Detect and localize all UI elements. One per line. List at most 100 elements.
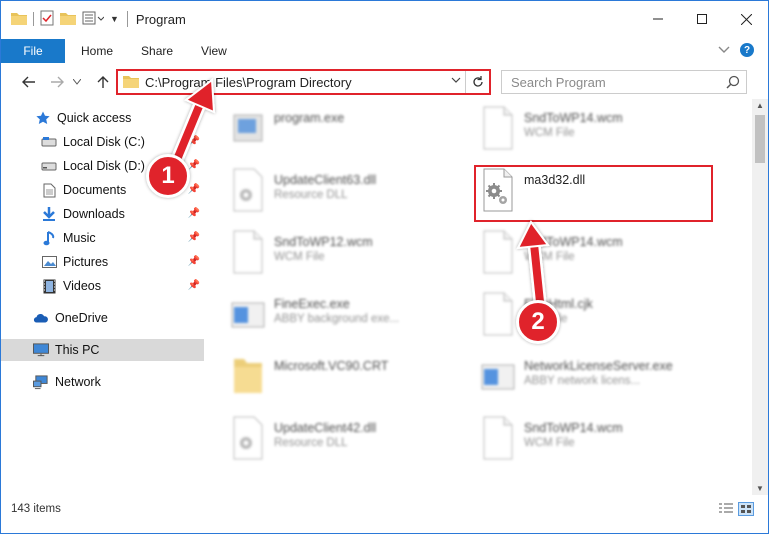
sidebar-item-downloads[interactable]: Downloads 📌 bbox=[1, 203, 204, 225]
file-item[interactable]: UpdateClient42.dll Resource DLL bbox=[230, 411, 465, 473]
executable-icon bbox=[480, 353, 516, 399]
pin-icon[interactable]: 📌 bbox=[188, 136, 200, 147]
sidebar-item-label: Network bbox=[55, 375, 101, 389]
folder-icon bbox=[230, 353, 266, 399]
music-icon bbox=[41, 230, 57, 246]
pictures-icon bbox=[41, 254, 57, 270]
search-input[interactable] bbox=[511, 74, 721, 90]
address-path[interactable]: C:\Program Files\Program Directory bbox=[145, 75, 352, 90]
pin-icon[interactable]: 📌 bbox=[188, 280, 200, 291]
file-name: UpdateClient63.dll bbox=[274, 173, 377, 187]
file-name: NetworkLicenseServer.exe bbox=[524, 359, 673, 373]
file-item[interactable]: NetworkLicenseServer.exe ABBY network li… bbox=[480, 349, 715, 411]
new-folder-icon[interactable] bbox=[60, 11, 76, 28]
sidebar-item-label: Documents bbox=[63, 183, 127, 197]
sidebar-item-pictures[interactable]: Pictures 📌 bbox=[1, 251, 204, 273]
file-icon bbox=[480, 229, 516, 275]
highlight-box bbox=[474, 165, 713, 222]
file-item[interactable]: UpdateClient63.dll Resource DLL bbox=[230, 163, 465, 225]
scroll-up-icon[interactable]: ▲ bbox=[756, 101, 764, 110]
file-item[interactable]: Microsoft.VC90.CRT bbox=[230, 349, 465, 411]
file-type: WCM File bbox=[524, 437, 575, 449]
file-type: ABBY background exe... bbox=[274, 313, 400, 325]
downloads-icon bbox=[41, 206, 57, 222]
sidebar-item-label: Videos bbox=[63, 279, 101, 293]
dll-icon bbox=[230, 415, 266, 461]
view-options-icon[interactable] bbox=[82, 11, 105, 28]
file-name: SndToWP14.wcm bbox=[524, 421, 623, 435]
computer-icon bbox=[33, 342, 49, 358]
file-icon bbox=[480, 415, 516, 461]
close-button[interactable] bbox=[724, 1, 768, 37]
file-name: SndToWP12.wcm bbox=[274, 235, 373, 249]
maximize-button[interactable] bbox=[680, 1, 724, 37]
up-button[interactable] bbox=[93, 72, 113, 92]
folder-icon bbox=[123, 74, 139, 91]
file-item[interactable]: SndToWP14.wcm WCM File bbox=[480, 101, 715, 163]
executable-icon bbox=[230, 291, 266, 337]
toolbar-divider bbox=[33, 12, 34, 26]
ribbon-right-controls: ? bbox=[718, 43, 754, 57]
pin-icon[interactable]: 📌 bbox=[188, 184, 200, 195]
properties-icon[interactable] bbox=[40, 10, 54, 29]
refresh-button[interactable] bbox=[465, 71, 489, 93]
ribbon-tabs: File Home Share View ? bbox=[1, 39, 768, 63]
chevron-down-icon[interactable] bbox=[451, 75, 461, 86]
sidebar-item-this-pc[interactable]: This PC bbox=[1, 339, 204, 361]
sidebar-item-label: Pictures bbox=[63, 255, 109, 269]
pin-icon[interactable]: 📌 bbox=[188, 160, 200, 171]
videos-icon bbox=[41, 278, 57, 294]
tab-file[interactable]: File bbox=[1, 39, 65, 63]
file-name: UpdateClient42.dll bbox=[274, 421, 377, 435]
scroll-down-icon[interactable]: ▼ bbox=[756, 484, 764, 493]
tiles-view-icon[interactable] bbox=[738, 502, 754, 519]
sidebar-item-label: Downloads bbox=[63, 207, 125, 221]
scroll-thumb[interactable] bbox=[755, 115, 765, 163]
pin-icon[interactable]: 📌 bbox=[188, 256, 200, 267]
customize-toolbar-icon[interactable]: ▼ bbox=[110, 14, 119, 24]
file-list: program.exe SndToWP14.wcm WCM File Updat… bbox=[206, 99, 741, 495]
pin-icon[interactable]: 📌 bbox=[188, 232, 200, 243]
back-button[interactable] bbox=[19, 72, 39, 92]
pin-icon[interactable]: 📌 bbox=[188, 208, 200, 219]
sidebar-item-quick-access[interactable]: Quick access bbox=[1, 107, 204, 129]
quick-access-toolbar: ▼ bbox=[1, 10, 119, 29]
tab-view[interactable]: View bbox=[187, 39, 241, 63]
explorer-window: ▼ Program File Home Share View ? C:\Prog… bbox=[0, 0, 769, 534]
expand-ribbon-icon[interactable] bbox=[718, 43, 730, 57]
folder-icon bbox=[11, 11, 27, 28]
file-type: WCM File bbox=[274, 251, 325, 263]
vertical-scrollbar[interactable]: ▲ ▼ bbox=[752, 99, 768, 495]
help-icon[interactable]: ? bbox=[740, 43, 754, 57]
file-item[interactable]: SndToWP12.wcm WCM File bbox=[230, 225, 465, 287]
sidebar-item-local-disk-c[interactable]: Local Disk (C:) 📌 bbox=[1, 131, 204, 153]
status-bar: 143 items bbox=[1, 498, 768, 520]
sidebar-item-label: This PC bbox=[55, 343, 100, 357]
file-item[interactable]: FineExec.exe ABBY background exe... bbox=[230, 287, 465, 349]
file-icon bbox=[480, 105, 516, 151]
item-count: 143 items bbox=[11, 503, 61, 515]
details-view-icon[interactable] bbox=[718, 502, 734, 519]
minimize-button[interactable] bbox=[636, 1, 680, 37]
search-box[interactable] bbox=[501, 70, 747, 94]
recent-locations-button[interactable] bbox=[71, 72, 83, 92]
search-icon[interactable] bbox=[726, 75, 740, 92]
file-item[interactable]: program.exe bbox=[230, 101, 465, 163]
file-type: ABBY network licens... bbox=[524, 375, 641, 387]
navigation-bar: C:\Program Files\Program Directory bbox=[1, 67, 768, 97]
tab-share[interactable]: Share bbox=[127, 39, 187, 63]
sidebar-item-onedrive[interactable]: OneDrive bbox=[1, 307, 204, 329]
file-item[interactable]: SndToWP14.wcm WCM File bbox=[480, 225, 715, 287]
file-type: WCM File bbox=[524, 251, 575, 263]
sidebar-item-videos[interactable]: Videos 📌 bbox=[1, 275, 204, 297]
file-type: Resource DLL bbox=[274, 189, 348, 201]
tab-home[interactable]: Home bbox=[65, 39, 127, 63]
sidebar-item-music[interactable]: Music 📌 bbox=[1, 227, 204, 249]
file-item[interactable]: SndToWP14.wcm WCM File bbox=[480, 411, 715, 473]
sidebar-item-network[interactable]: Network bbox=[1, 371, 204, 393]
drive-icon bbox=[41, 158, 57, 174]
address-bar[interactable]: C:\Program Files\Program Directory bbox=[116, 69, 491, 95]
file-name: SndToWP14.wcm bbox=[524, 235, 623, 249]
step-1-callout: 1 bbox=[146, 154, 190, 198]
forward-button[interactable] bbox=[47, 72, 67, 92]
